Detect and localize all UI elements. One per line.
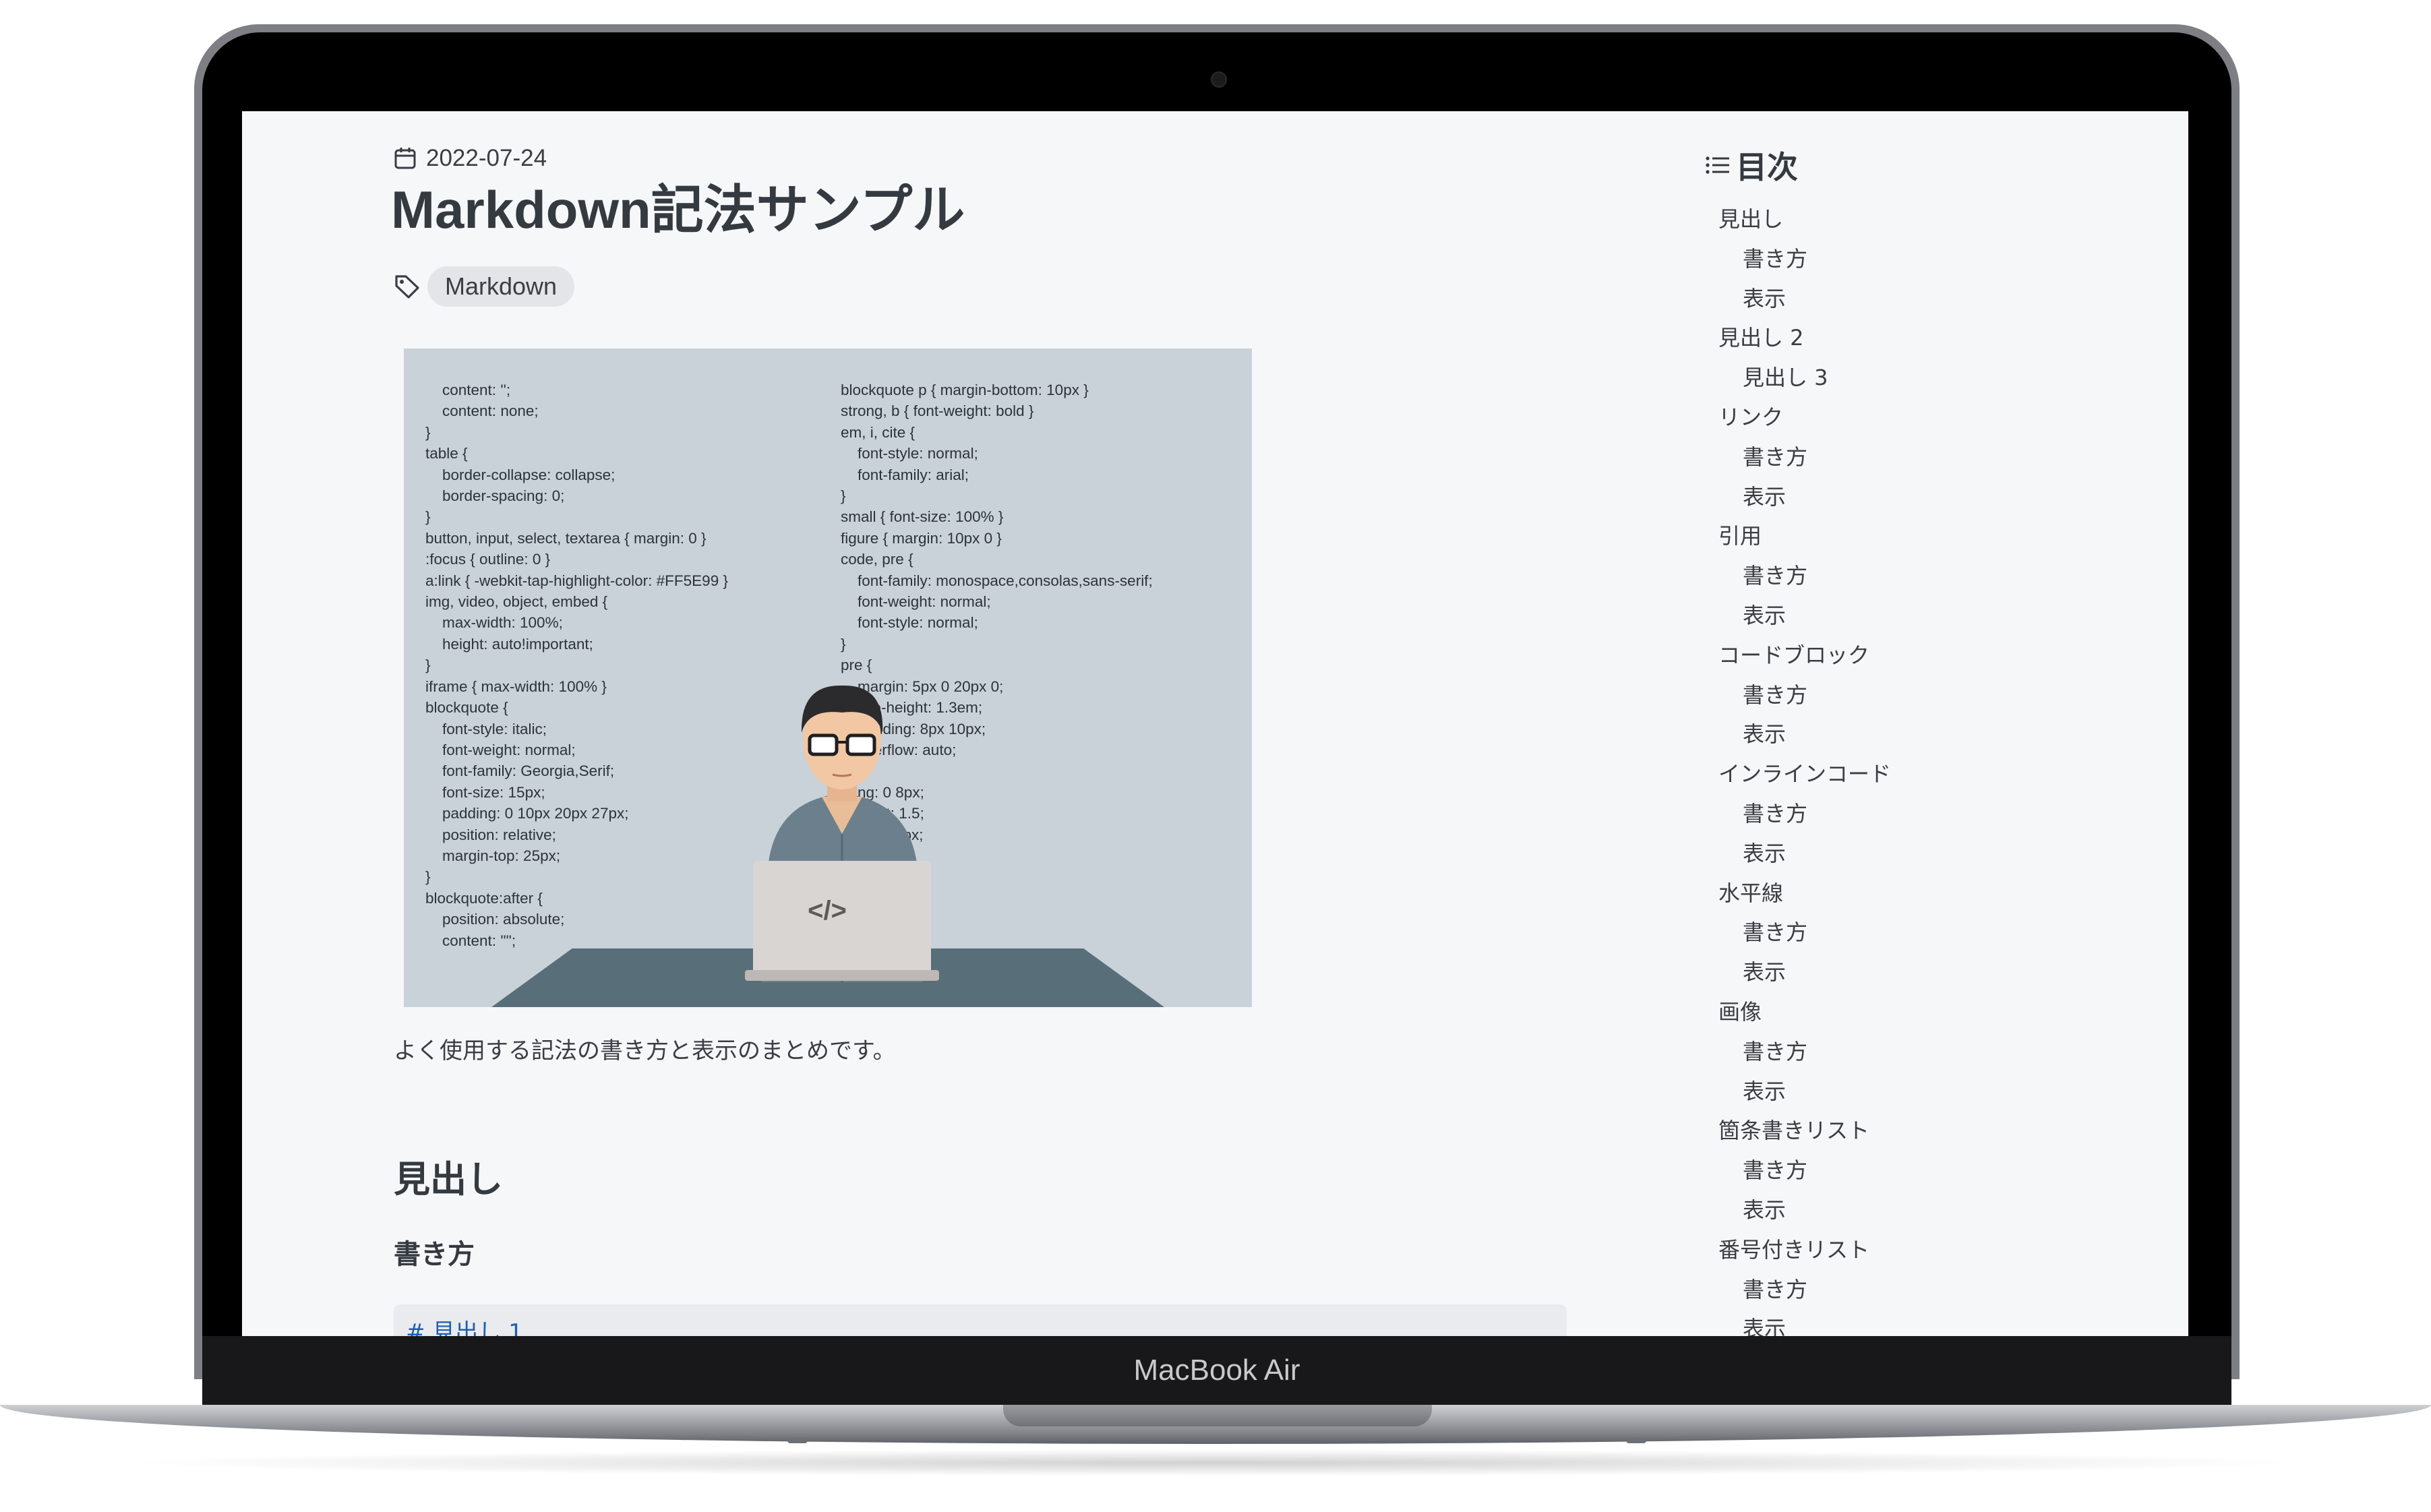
- toc-subitem[interactable]: 書き方: [1705, 675, 2109, 715]
- hero-code-line: font-style: normal;: [841, 614, 978, 632]
- code-line: # 見出し 1: [406, 1319, 523, 1336]
- hero-code-line: em, i, cite {: [841, 423, 916, 441]
- hero-code-line: strong, b { font-weight: bold }: [841, 402, 1034, 420]
- calendar-icon: [394, 148, 416, 169]
- toc-subitem[interactable]: 表示: [1705, 596, 2109, 636]
- hero-code-line: small { font-size: 100% }: [841, 508, 1004, 526]
- toc-subitem[interactable]: 表示: [1705, 715, 2109, 754]
- toc-subitem[interactable]: 表示: [1705, 477, 2109, 517]
- hero-code-line: font-weight: normal;: [425, 741, 576, 758]
- hero-code-line: font-style: italic;: [425, 720, 547, 737]
- subsection-heading: 書き方: [394, 1239, 475, 1270]
- toc-list: 見出し 書き方 表示 見出し 2 見出し 3 リンク 書き方 表示 引用 書き方 表示 コードブロック…: [1705, 200, 2109, 1336]
- hero-code-line: font-family: Georgia,Serif;: [425, 762, 615, 780]
- hero-code-line: }: [425, 508, 431, 526]
- hero-code-line: font-family: arial;: [841, 466, 969, 483]
- hero-code-line: blockquote {: [425, 699, 508, 717]
- hero-code-line: img, video, object, embed {: [425, 593, 608, 611]
- table-of-contents: 目次 見出し 書き方 表示 見出し 2 見出し 3 リンク 書き方 表示 引用 書き方 表示 コードブ…: [1705, 142, 2109, 1336]
- toc-item[interactable]: インラインコード: [1705, 754, 2109, 794]
- hero-code-left: content: ''; content: none;} table { bord…: [425, 380, 728, 951]
- hero-image: content: ''; content: none;} table { bord…: [404, 349, 1252, 1007]
- hero-code-line: }: [425, 657, 431, 674]
- hero-code-line: code, pre {: [841, 551, 913, 568]
- hero-code-line: content: none;: [425, 402, 539, 420]
- toc-item[interactable]: 見出し 2: [1705, 318, 2109, 358]
- toc-item[interactable]: 画像: [1705, 992, 2109, 1032]
- hero-code-line: a:link { -webkit-tap-highlight-color: #F…: [425, 572, 728, 589]
- laptop-foot: [787, 1438, 808, 1443]
- hero-code-line: border-spacing: 0;: [425, 487, 565, 505]
- toc-item[interactable]: リンク: [1705, 398, 2109, 437]
- toc-subitem[interactable]: 書き方: [1705, 1151, 2109, 1190]
- hero-code-line: button, input, select, textarea { margin…: [425, 529, 707, 547]
- article: 2022-07-24 Markdown記法サンプル Markdown: [391, 145, 1567, 307]
- toc-header: 目次: [1705, 142, 2109, 189]
- toc-subitem[interactable]: 書き方: [1705, 913, 2109, 952]
- browser-screen: 2022-07-24 Markdown記法サンプル Markdown conte…: [242, 111, 2188, 1336]
- toc-subitem[interactable]: 書き方: [1705, 437, 2109, 477]
- hero-code-line: margin-top: 25px;: [425, 847, 561, 864]
- toc-subitem[interactable]: 表示: [1705, 1190, 2109, 1230]
- post-title: Markdown記法サンプル: [391, 180, 965, 239]
- hero-code-line: table {: [425, 445, 468, 462]
- hero-code-line: padding: 0 10px 20px 27px;: [425, 805, 629, 822]
- toc-item[interactable]: コードブロック: [1705, 636, 2109, 675]
- hero-code-line: figure { margin: 10px 0 }: [841, 529, 1002, 547]
- developer-illustration: [745, 685, 939, 982]
- hero-code-line: }: [425, 868, 431, 886]
- post-date: 2022-07-24: [394, 145, 1567, 172]
- hero-code-line: }: [841, 487, 846, 505]
- toc-subitem[interactable]: 表示: [1705, 952, 2109, 992]
- toc-subitem[interactable]: 書き方: [1705, 556, 2109, 596]
- hero-code-line: }: [425, 423, 431, 441]
- hero-code-line: font-family: monospace,consolas,sans-ser…: [841, 572, 1153, 589]
- tag-markdown[interactable]: Markdown: [427, 266, 575, 307]
- toc-subitem[interactable]: 表示: [1705, 279, 2109, 319]
- hero-code-line: max-width: 100%;: [425, 614, 563, 632]
- hero-code-line: iframe { max-width: 100% }: [425, 677, 607, 695]
- post-date-text: 2022-07-24: [426, 145, 547, 171]
- hero-code-line: content: '"';: [425, 932, 516, 949]
- hero-code-line: blockquote p { margin-bottom: 10px }: [841, 382, 1089, 398]
- hero-code-line: font-size: 15px;: [425, 783, 545, 801]
- tag-list: Markdown: [394, 266, 1567, 307]
- device-label: MacBook Air: [1133, 1354, 1300, 1387]
- laptop-hinge-notch: [1003, 1405, 1432, 1426]
- toc-item[interactable]: 箇条書きリスト: [1705, 1111, 2109, 1151]
- laptop-foot: [1626, 1438, 1646, 1443]
- laptop-code-glyph: </>: [808, 896, 847, 926]
- hero-code-line: position: absolute;: [425, 911, 565, 928]
- toc-item[interactable]: 番号付きリスト: [1705, 1230, 2109, 1270]
- laptop-chin: MacBook Air: [202, 1336, 2231, 1405]
- intro-text: よく使用する記法の書き方と表示のまとめです。: [394, 1037, 896, 1064]
- toc-title: 目次: [1736, 149, 1798, 185]
- toc-subitem[interactable]: 見出し 3: [1705, 358, 2109, 398]
- hero-code-line: font-style: normal;: [841, 445, 978, 462]
- toc-item[interactable]: 水平線: [1705, 874, 2109, 913]
- hero-code-line: border-collapse: collapse;: [425, 466, 616, 483]
- hero-code-line: font-weight: normal;: [841, 593, 991, 611]
- toc-item[interactable]: 見出し: [1705, 200, 2109, 239]
- toc-item[interactable]: 引用: [1705, 516, 2109, 556]
- toc-subitem[interactable]: 表示: [1705, 1072, 2109, 1112]
- toc-subitem[interactable]: 表示: [1705, 834, 2109, 874]
- hero-code-line: content: '';: [425, 382, 511, 398]
- toc-subitem[interactable]: 書き方: [1705, 794, 2109, 834]
- hero-code-line: position: relative;: [425, 826, 556, 843]
- toc-subitem[interactable]: 書き方: [1705, 1270, 2109, 1310]
- toc-subitem[interactable]: 表示: [1705, 1309, 2109, 1336]
- tag-icon: [395, 275, 419, 299]
- hero-code-line: :focus { outline: 0 }: [425, 551, 551, 568]
- hero-code-line: height: auto!important;: [425, 635, 593, 653]
- hero-code-line: }: [841, 635, 846, 653]
- toc-subitem[interactable]: 書き方: [1705, 239, 2109, 279]
- hero-code-line: blockquote:after {: [425, 889, 543, 907]
- toc-subitem[interactable]: 書き方: [1705, 1032, 2109, 1072]
- device-shadow: [121, 1449, 2310, 1476]
- code-block: # 見出し 1: [394, 1304, 1567, 1336]
- section-heading: 見出し: [394, 1158, 503, 1201]
- list-icon: [1706, 156, 1729, 174]
- camera-icon: [1211, 71, 1227, 88]
